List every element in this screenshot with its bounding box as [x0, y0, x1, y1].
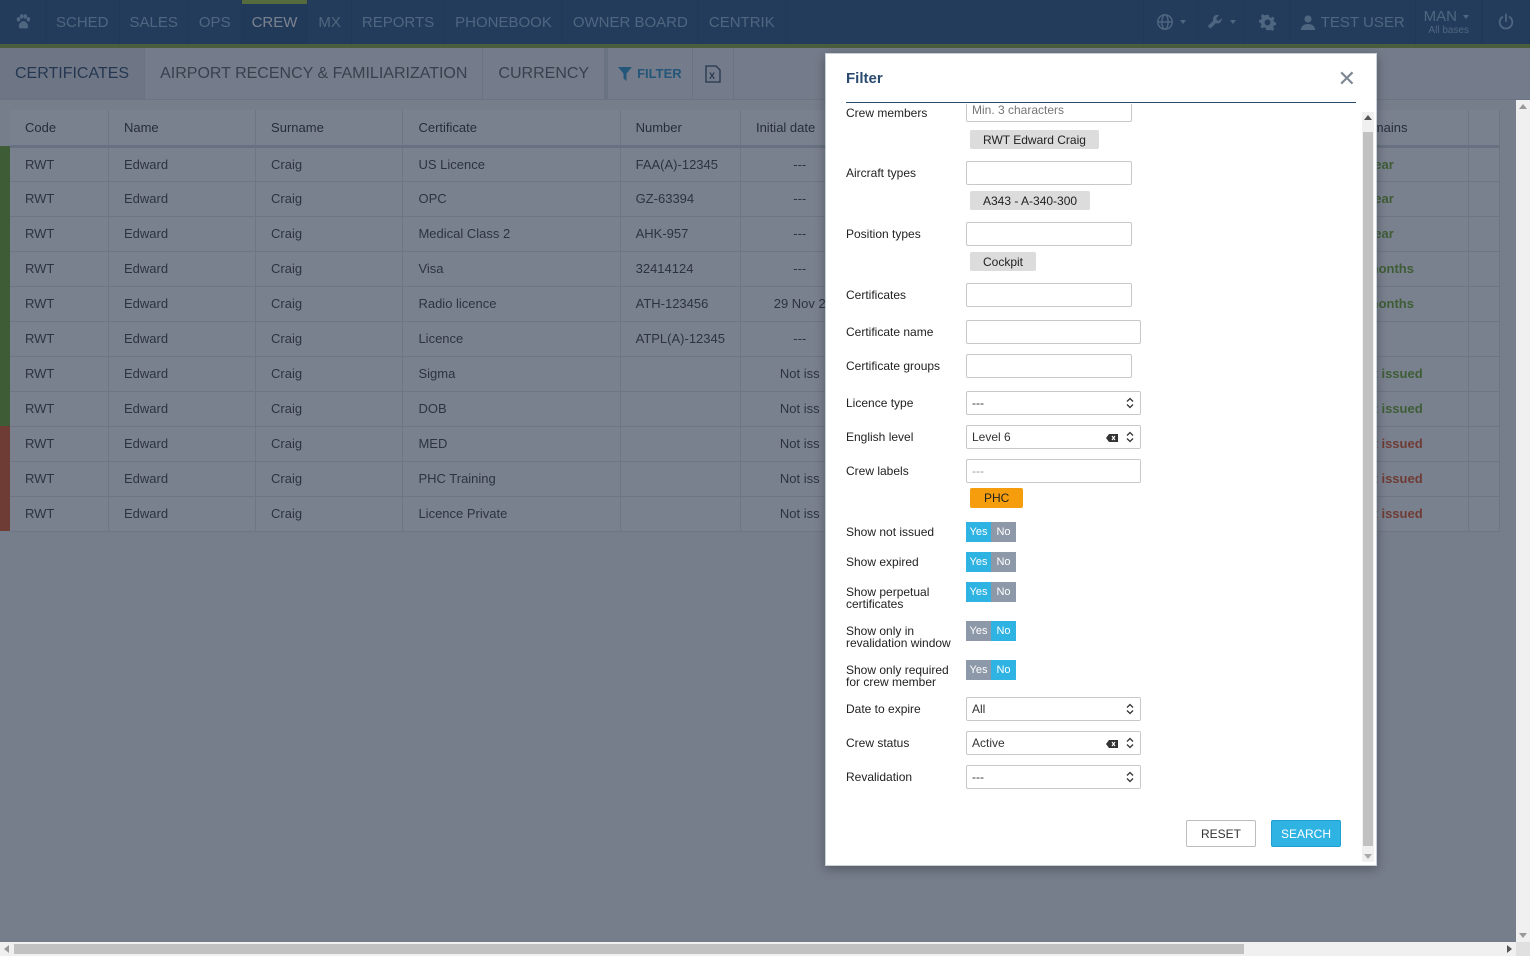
certificate-groups-row: Certificate groups — [846, 360, 966, 372]
select-arrows-icon — [1126, 737, 1134, 749]
select-arrows-icon — [1126, 397, 1134, 409]
toggle-no[interactable]: No — [991, 621, 1016, 641]
toggle-no[interactable]: No — [991, 660, 1016, 680]
date-to-expire-label: Date to expire — [846, 702, 921, 716]
toggle-row: Show only in revalidation window — [846, 625, 961, 649]
english-level-value: Level 6 — [972, 430, 1011, 444]
yes-no-toggle[interactable]: Yes No — [966, 621, 1016, 641]
search-button[interactable]: SEARCH — [1271, 820, 1341, 847]
toggle-label: Show only in revalidation window — [846, 624, 951, 650]
certificate-groups-input[interactable] — [966, 354, 1132, 378]
english-level-row: English level — [846, 431, 966, 443]
toggle-yes[interactable]: Yes — [966, 582, 991, 602]
filter-modal: Filter ✕ Crew members RWT Edward Craig A… — [825, 53, 1377, 866]
crew-status-value: Active — [972, 736, 1005, 750]
crew-members-label: Crew members — [846, 106, 928, 120]
certificate-name-row: Certificate name — [846, 326, 966, 338]
scroll-up-icon[interactable] — [1519, 104, 1527, 109]
yes-no-toggle[interactable]: Yes No — [966, 660, 1016, 680]
english-level-label: English level — [846, 430, 914, 444]
crew-labels-row: Crew labels — [846, 465, 966, 477]
toggle-yes[interactable]: Yes — [966, 660, 991, 680]
crew-status-row: Crew status — [846, 737, 966, 749]
certificates-input[interactable] — [966, 283, 1132, 307]
scroll-down-icon[interactable] — [1364, 854, 1372, 859]
certificates-label: Certificates — [846, 288, 907, 302]
modal-scrollbar[interactable] — [1362, 112, 1374, 862]
toggle-row: Show expired — [846, 556, 961, 568]
select-arrows-icon — [1126, 431, 1134, 443]
position-types-label: Position types — [846, 227, 921, 241]
yes-no-toggle[interactable]: Yes No — [966, 552, 1016, 572]
toggle-label: Show expired — [846, 555, 919, 569]
crew-labels-label: Crew labels — [846, 464, 909, 478]
modal-divider — [846, 102, 1356, 103]
scroll-down-icon[interactable] — [1519, 933, 1527, 938]
toggle-label: Show only required for crew member — [846, 663, 949, 689]
toggle-label: Show perpetual certificates — [846, 585, 930, 611]
yes-no-toggle[interactable]: Yes No — [966, 522, 1016, 542]
toggle-yes[interactable]: Yes — [966, 621, 991, 641]
certificate-name-label: Certificate name — [846, 325, 934, 339]
reset-button[interactable]: RESET — [1186, 820, 1256, 847]
aircraft-type-chip[interactable]: A343 - A-340-300 — [970, 191, 1091, 210]
revalidation-row: Revalidation — [846, 771, 966, 783]
crew-members-input[interactable] — [966, 104, 1132, 122]
filter-form: Crew members RWT Edward Craig Aircraft t… — [826, 104, 1362, 864]
toggle-no[interactable]: No — [991, 552, 1016, 572]
toggle-yes[interactable]: Yes — [966, 522, 991, 542]
certificate-groups-label: Certificate groups — [846, 359, 941, 373]
scrollbar-corner — [1516, 942, 1530, 956]
modal-header: Filter ✕ — [826, 54, 1376, 104]
aircraft-types-row: Aircraft types — [846, 167, 966, 179]
licence-type-select[interactable]: --- — [966, 391, 1141, 415]
clear-icon[interactable] — [1106, 740, 1118, 748]
licence-type-row: Licence type — [846, 397, 966, 409]
toggle-row: Show perpetual certificates — [846, 586, 961, 610]
toggle-yes[interactable]: Yes — [966, 552, 991, 572]
toggle-no[interactable]: No — [991, 522, 1016, 542]
position-types-row: Position types — [846, 228, 966, 240]
revalidation-value: --- — [972, 770, 984, 784]
toggle-no[interactable]: No — [991, 582, 1016, 602]
revalidation-select[interactable]: --- — [966, 765, 1141, 789]
toggle-row: Show only required for crew member — [846, 664, 961, 688]
crew-labels-input[interactable]: --- — [966, 459, 1141, 483]
position-types-input[interactable] — [966, 222, 1132, 246]
aircraft-types-label: Aircraft types — [846, 166, 917, 180]
scroll-up-icon[interactable] — [1364, 115, 1372, 120]
crew-members-row: Crew members — [846, 107, 966, 119]
app: SCHED SALES OPS CREW MX REPORTS PHONEBOO… — [0, 0, 1530, 956]
select-arrows-icon — [1126, 771, 1134, 783]
page-horizontal-scrollbar[interactable] — [0, 942, 1516, 956]
position-type-chip[interactable]: Cockpit — [970, 252, 1037, 271]
page-vertical-scrollbar[interactable] — [1516, 100, 1530, 942]
date-to-expire-select[interactable]: All — [966, 697, 1141, 721]
date-to-expire-value: All — [972, 702, 986, 716]
toggle-label: Show not issued — [846, 525, 935, 539]
horizontal-scroll-thumb[interactable] — [14, 944, 1244, 954]
revalidation-label: Revalidation — [846, 770, 913, 784]
crew-member-chip[interactable]: RWT Edward Craig — [970, 130, 1099, 149]
crew-label-chip[interactable]: PHC — [970, 488, 1024, 508]
date-to-expire-row: Date to expire — [846, 703, 966, 715]
yes-no-toggle[interactable]: Yes No — [966, 582, 1016, 602]
licence-type-label: Licence type — [846, 396, 914, 410]
licence-type-value: --- — [972, 396, 984, 410]
select-arrows-icon — [1126, 703, 1134, 715]
scroll-right-icon[interactable] — [1507, 945, 1512, 953]
aircraft-types-input[interactable] — [966, 161, 1132, 185]
certificate-name-input[interactable] — [966, 320, 1141, 344]
crew-status-select[interactable]: Active — [966, 731, 1141, 755]
certificates-row: Certificates — [846, 289, 966, 301]
modal-scroll-thumb[interactable] — [1363, 132, 1373, 846]
close-icon[interactable]: ✕ — [1338, 67, 1356, 90]
modal-title: Filter — [846, 70, 883, 87]
crew-status-label: Crew status — [846, 736, 910, 750]
scroll-left-icon[interactable] — [4, 945, 9, 953]
clear-icon[interactable] — [1106, 434, 1118, 442]
toggle-row: Show not issued — [846, 526, 961, 538]
crew-labels-placeholder: --- — [972, 464, 984, 478]
english-level-select[interactable]: Level 6 — [966, 425, 1141, 449]
